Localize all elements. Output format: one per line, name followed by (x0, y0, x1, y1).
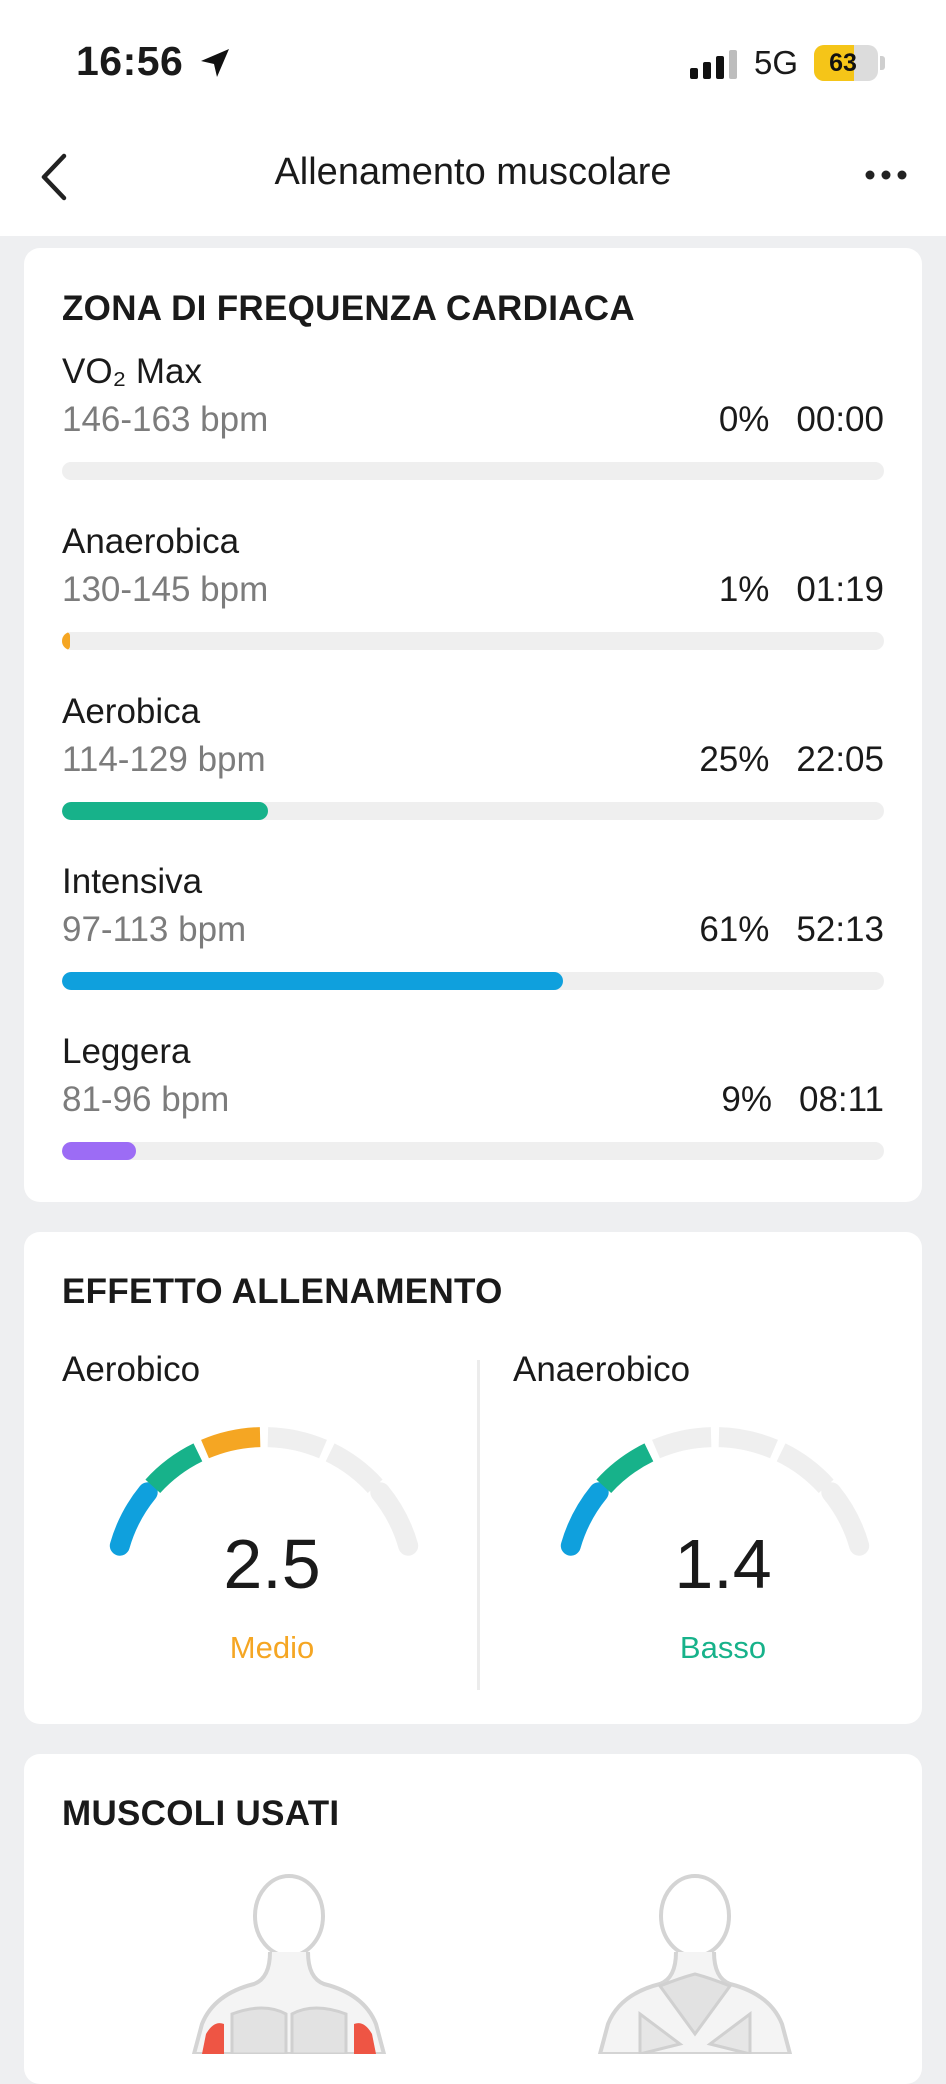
gauge-segment (267, 1427, 327, 1459)
status-time: 16:56 (76, 38, 184, 84)
zone-stats: 0% 00:00 (719, 400, 884, 440)
back-body-figure (597, 1874, 793, 2054)
anaerobic-level: Basso (679, 1630, 767, 1665)
zone-percent: 1% (718, 570, 770, 609)
zone-range: 130-145 bpm (62, 570, 269, 609)
battery-level: 63 (829, 49, 857, 77)
location-arrow-icon (201, 49, 229, 77)
zone-row: Leggera 81-96 bpm 9% 08:11 (62, 1032, 884, 1162)
network-type: 5G (754, 44, 799, 81)
battery-tip (880, 56, 885, 70)
aerobic-value: 2.5 (223, 1525, 321, 1603)
anaerobic-value: 1.4 (674, 1525, 772, 1603)
muscles-title: MUSCOLI USATI (62, 1794, 340, 1833)
zone-row: Intensiva 97-113 bpm 61% 52:13 (62, 862, 884, 992)
gauge-segment (718, 1427, 778, 1459)
zone-time: 01:19 (796, 570, 884, 609)
gauge-segment (652, 1427, 712, 1459)
signal-bars-icon (690, 50, 737, 79)
zone-percent: 61% (699, 910, 770, 949)
zone-time: 52:13 (796, 910, 884, 949)
front-body-figure (191, 1874, 387, 2054)
zone-progress-fill (62, 1142, 136, 1160)
gauge-segment (145, 1443, 203, 1494)
status-bar: 16:56 5G 63 (0, 0, 946, 120)
aerobic-label: Aerobico (62, 1350, 201, 1389)
gauge-segment (325, 1443, 383, 1494)
gauge-segment (201, 1427, 261, 1459)
zone-time: 22:05 (796, 740, 884, 779)
zone-row: Aerobica 114-129 bpm 25% 22:05 (62, 692, 884, 822)
heart-zone-card: ZONA DI FREQUENZA CARDIACA VO₂ Max 146-16… (24, 248, 922, 1202)
zone-progress-track (62, 972, 884, 990)
zone-progress-fill (62, 632, 70, 650)
muscles-card: MUSCOLI USATI (24, 1754, 922, 2084)
zone-row: Anaerobica 130-145 bpm 1% 01:19 (62, 522, 884, 652)
more-options-icon[interactable] (862, 160, 910, 190)
training-effect-card: EFFETTO ALLENAMENTO Aerobico 2.5 Medio A… (24, 1232, 922, 1724)
zone-progress-fill (62, 802, 268, 820)
zone-row: VO₂ Max 146-163 bpm 0% 00:00 (62, 352, 884, 482)
zone-stats: 1% 01:19 (719, 570, 884, 610)
zone-range: 97-113 bpm (62, 910, 247, 949)
zone-progress-track (62, 1142, 884, 1160)
zone-name: VO₂ Max (62, 352, 202, 391)
heart-zone-title: ZONA DI FREQUENZA CARDIACA (62, 289, 635, 328)
zone-progress-fill (62, 972, 563, 990)
training-effect-title: EFFETTO ALLENAMENTO (62, 1272, 503, 1311)
zone-time: 00:00 (796, 400, 884, 439)
gauge-segment (596, 1443, 654, 1494)
zone-name: Leggera (62, 1032, 191, 1071)
anaerobic-label: Anaerobico (513, 1350, 691, 1389)
battery-icon: 63 (814, 45, 878, 81)
zone-stats: 25% 22:05 (699, 740, 884, 780)
page-title: Allenamento muscolare (274, 151, 672, 193)
zone-percent: 25% (699, 740, 770, 779)
zone-time: 08:11 (799, 1080, 884, 1119)
zone-name: Aerobica (62, 692, 201, 731)
zone-progress-track (62, 802, 884, 820)
zone-percent: 0% (718, 400, 770, 439)
zone-progress-track (62, 462, 884, 480)
zone-range: 114-129 bpm (62, 740, 266, 779)
zone-progress-track (62, 632, 884, 650)
zone-stats: 61% 52:13 (699, 910, 884, 950)
zone-range: 146-163 bpm (62, 400, 269, 439)
zone-name: Anaerobica (62, 522, 240, 561)
gauge-segment (776, 1443, 834, 1494)
aerobic-level: Medio (229, 1630, 315, 1665)
zone-stats: 9% 08:11 (721, 1080, 884, 1120)
column-divider (477, 1360, 480, 1690)
zone-range: 81-96 bpm (62, 1080, 230, 1119)
zone-percent: 9% (721, 1080, 772, 1119)
zone-name: Intensiva (62, 862, 203, 901)
